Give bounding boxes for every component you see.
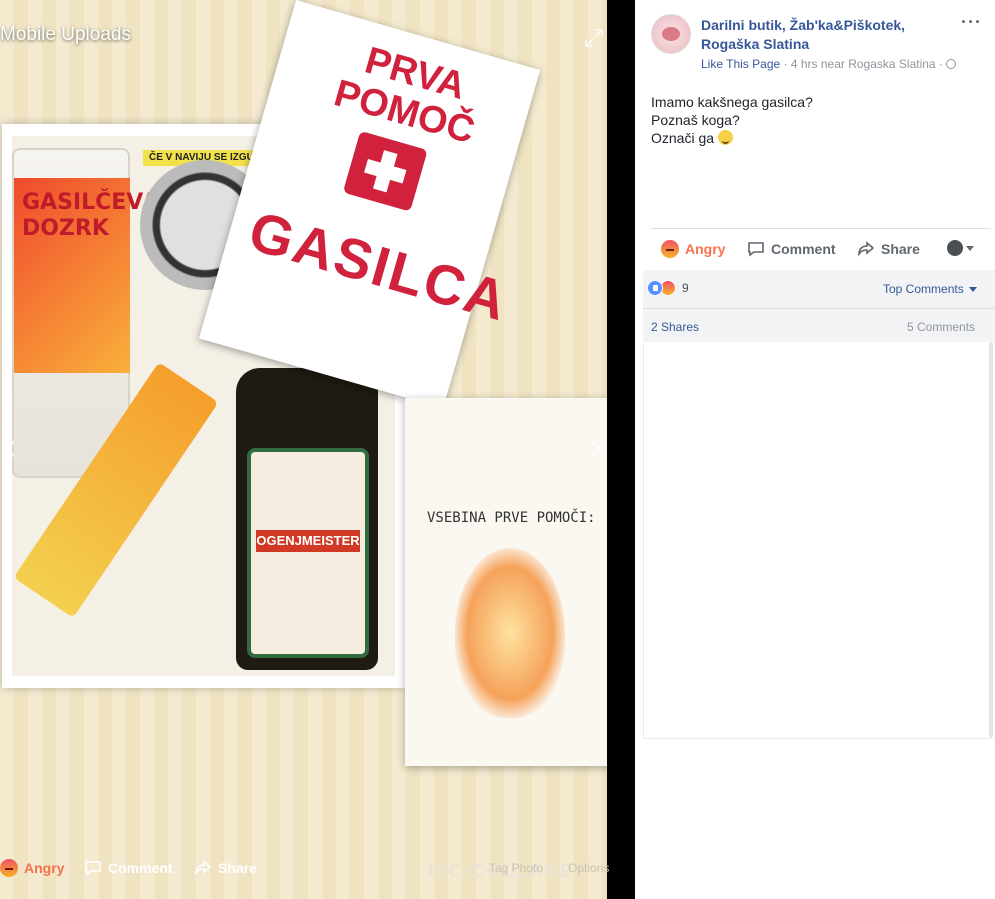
comment-button[interactable]: Comment — [747, 240, 836, 258]
share-icon — [858, 241, 875, 257]
globe-icon — [946, 59, 957, 69]
post-text-line: Poznaš koga? — [651, 112, 740, 128]
first-aid-cross-icon — [342, 130, 428, 212]
share-icon — [195, 860, 212, 876]
more-options-icon[interactable]: ··· — [961, 12, 982, 33]
post-action-bar: Angry Comment Share — [651, 232, 991, 264]
like-page-link[interactable]: Like This Page — [701, 57, 780, 71]
viewer-comment-label: Comment — [108, 860, 173, 876]
like-reaction-icon — [647, 280, 663, 296]
comment-icon — [85, 861, 101, 876]
post-text: Imamo kakšnega gasilca? Poznaš koga? Ozn… — [651, 93, 813, 147]
share-button[interactable]: Share — [857, 240, 920, 258]
stats-divider — [643, 308, 995, 309]
angry-label: Angry — [685, 241, 726, 257]
post-text-line: Imamo kakšnega gasilca? — [651, 94, 813, 110]
viewer-angry-button[interactable]: Angry — [0, 859, 64, 877]
reaction-summary[interactable]: 9 — [647, 280, 689, 296]
next-arrow-icon[interactable]: › — [588, 428, 603, 466]
glass-label-text: GASILČEVA DOZRK — [22, 190, 159, 241]
chevron-down-icon — [968, 286, 977, 292]
post-stats: 9 Top Comments 2 Shares 5 Comments — [643, 270, 995, 342]
page-avatar[interactable] — [651, 14, 691, 54]
share-label: Share — [881, 241, 920, 257]
album-title[interactable]: Mobile Uploads — [0, 24, 131, 46]
viewer-angry-label: Angry — [24, 860, 65, 876]
contents-title: VSEBINA PRVE POMOČI: — [427, 510, 596, 526]
comments-count[interactable]: 5 Comments — [907, 320, 975, 334]
viewer-share-button[interactable]: Share — [194, 859, 257, 877]
options-link[interactable]: Options — [568, 861, 609, 875]
viewer-share-label: Share — [218, 860, 257, 876]
expand-icon[interactable] — [584, 28, 604, 53]
top-comments-dropdown[interactable]: Top Comments — [883, 282, 977, 296]
angry-emoji-icon — [661, 240, 679, 258]
bottle-title: OGENJMEISTER — [256, 530, 360, 552]
contents-card: VSEBINA PRVE POMOČI: — [405, 398, 607, 766]
actions-divider — [651, 228, 991, 229]
post-panel: Darilni butik, Žab'ka&Piškotek, Rogaška … — [635, 0, 995, 899]
page-name-link[interactable]: Darilni butik, Žab'ka&Piškotek, Rogaška … — [701, 16, 951, 54]
profile-mini-icon — [947, 240, 963, 256]
post-time-location[interactable]: · 4 hrs near Rogaska Slatina · — [780, 57, 946, 71]
post-meta: Like This Page · 4 hrs near Rogaska Slat… — [701, 57, 957, 71]
comments-scrollbar[interactable] — [989, 342, 993, 738]
photo-image[interactable]: GASILČEVA DOZRK ČE V NAVIJU SE IZGUBIŠ O… — [0, 0, 607, 899]
flame-icon — [455, 548, 565, 718]
shares-link[interactable]: 2 Shares — [651, 320, 699, 334]
identity-chooser[interactable] — [947, 240, 974, 256]
post-text-line: Označi ga — [651, 130, 715, 146]
comment-icon — [748, 242, 764, 257]
angry-emoji-icon — [0, 859, 18, 877]
photo-viewer: GASILČEVA DOZRK ČE V NAVIJU SE IZGUBIŠ O… — [0, 0, 635, 899]
comment-label: Comment — [771, 241, 836, 257]
previous-arrow-icon[interactable]: ‹ — [2, 428, 17, 466]
top-comments-label: Top Comments — [883, 282, 964, 296]
bottle-label — [247, 448, 369, 658]
first-aid-card: PRVA POMOČ GASILCA — [198, 0, 541, 409]
photo-theater: GASILČEVA DOZRK ČE V NAVIJU SE IZGUBIŠ O… — [0, 0, 995, 899]
first-aid-title: PRVA POMOČ — [329, 39, 480, 153]
chevron-down-icon — [966, 245, 974, 251]
tag-photo-link[interactable]: Tag Photo — [489, 861, 543, 875]
first-aid-big-text: GASILCA — [242, 198, 516, 333]
wink-emoji-icon — [717, 130, 733, 145]
viewer-comment-button[interactable]: Comment — [84, 859, 173, 877]
angry-button[interactable]: Angry — [661, 240, 725, 258]
viewer-action-bar: Angry Comment Share Tag Photo Options — [0, 855, 635, 881]
reaction-count: 9 — [682, 281, 689, 295]
comments-area[interactable] — [643, 344, 991, 739]
